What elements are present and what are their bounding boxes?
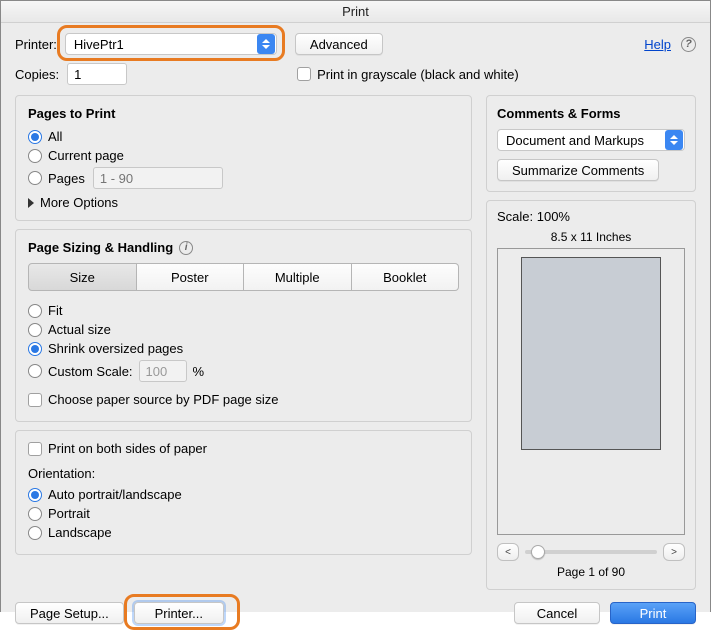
fit-label: Fit [48,303,62,318]
choose-paper-label: Choose paper source by PDF page size [48,392,279,407]
comments-group: Comments & Forms Document and Markups Su… [486,95,696,192]
select-arrows-icon [665,130,683,150]
scale-label: Scale: 100% [497,209,685,224]
orientation-title: Orientation: [28,466,459,481]
printer-button[interactable]: Printer... [134,602,224,624]
info-icon[interactable]: i [179,241,193,255]
custom-scale-input[interactable] [139,360,187,382]
pages-group: Pages to Print All Current page Pages Mo… [15,95,472,221]
shrink-radio[interactable] [28,342,42,356]
pages-range-label: Pages [48,171,85,186]
pages-current-radio[interactable] [28,149,42,163]
shrink-label: Shrink oversized pages [48,341,183,356]
tab-size[interactable]: Size [28,263,137,291]
cancel-button[interactable]: Cancel [514,602,600,624]
select-arrows-icon [257,34,275,54]
tab-multiple[interactable]: Multiple [244,263,352,291]
both-sides-label: Print on both sides of paper [48,441,207,456]
actual-label: Actual size [48,322,111,337]
pages-all-label: All [48,129,62,144]
paper-size-label: 8.5 x 11 Inches [497,230,685,244]
summarize-button[interactable]: Summarize Comments [497,159,659,181]
page-info-label: Page 1 of 90 [497,565,685,579]
printer-select[interactable]: HivePtr1 [65,33,277,55]
slider-thumb[interactable] [531,545,545,559]
window-titlebar: Print [1,1,710,23]
choose-paper-checkbox[interactable] [28,393,42,407]
preview-page-thumb [521,257,661,450]
help-icon[interactable]: ? [681,37,696,52]
actual-radio[interactable] [28,323,42,337]
comments-value: Document and Markups [506,133,644,148]
orient-auto-label: Auto portrait/landscape [48,487,182,502]
percent-label: % [193,364,205,379]
sizing-title: Page Sizing & Handling [28,240,173,255]
orient-portrait-label: Portrait [48,506,90,521]
page-next-button[interactable]: > [663,543,685,561]
preview-group: Scale: 100% 8.5 x 11 Inches < > Page 1 o… [486,200,696,590]
copies-input[interactable] [67,63,127,85]
orient-landscape-radio[interactable] [28,526,42,540]
sizing-tabs: Size Poster Multiple Booklet [28,263,459,291]
custom-radio[interactable] [28,364,42,378]
orient-portrait-radio[interactable] [28,507,42,521]
sizing-group: Page Sizing & Handling i Size Poster Mul… [15,229,472,422]
more-options-label[interactable]: More Options [40,195,118,210]
custom-label: Custom Scale: [48,364,133,379]
pages-range-radio[interactable] [28,171,42,185]
page-prev-button[interactable]: < [497,543,519,561]
disclosure-icon[interactable] [28,198,34,208]
preview-pane [497,248,685,535]
pages-current-label: Current page [48,148,124,163]
page-setup-button[interactable]: Page Setup... [15,602,124,624]
pages-title: Pages to Print [28,106,459,121]
copies-label: Copies: [15,67,59,82]
comments-select[interactable]: Document and Markups [497,129,685,151]
grayscale-label: Print in grayscale (black and white) [317,67,519,82]
advanced-button[interactable]: Advanced [295,33,383,55]
printer-label: Printer: [15,37,57,52]
both-sides-checkbox[interactable] [28,442,42,456]
page-slider[interactable] [525,550,657,554]
grayscale-checkbox[interactable] [297,67,311,81]
pages-all-radio[interactable] [28,130,42,144]
tab-booklet[interactable]: Booklet [352,263,460,291]
printer-value: HivePtr1 [74,37,124,52]
comments-title: Comments & Forms [497,106,685,121]
duplex-orientation-group: Print on both sides of paper Orientation… [15,430,472,555]
tab-poster[interactable]: Poster [137,263,245,291]
orient-auto-radio[interactable] [28,488,42,502]
print-button[interactable]: Print [610,602,696,624]
pages-range-input[interactable] [93,167,223,189]
fit-radio[interactable] [28,304,42,318]
help-link[interactable]: Help [644,37,671,52]
orient-landscape-label: Landscape [48,525,112,540]
